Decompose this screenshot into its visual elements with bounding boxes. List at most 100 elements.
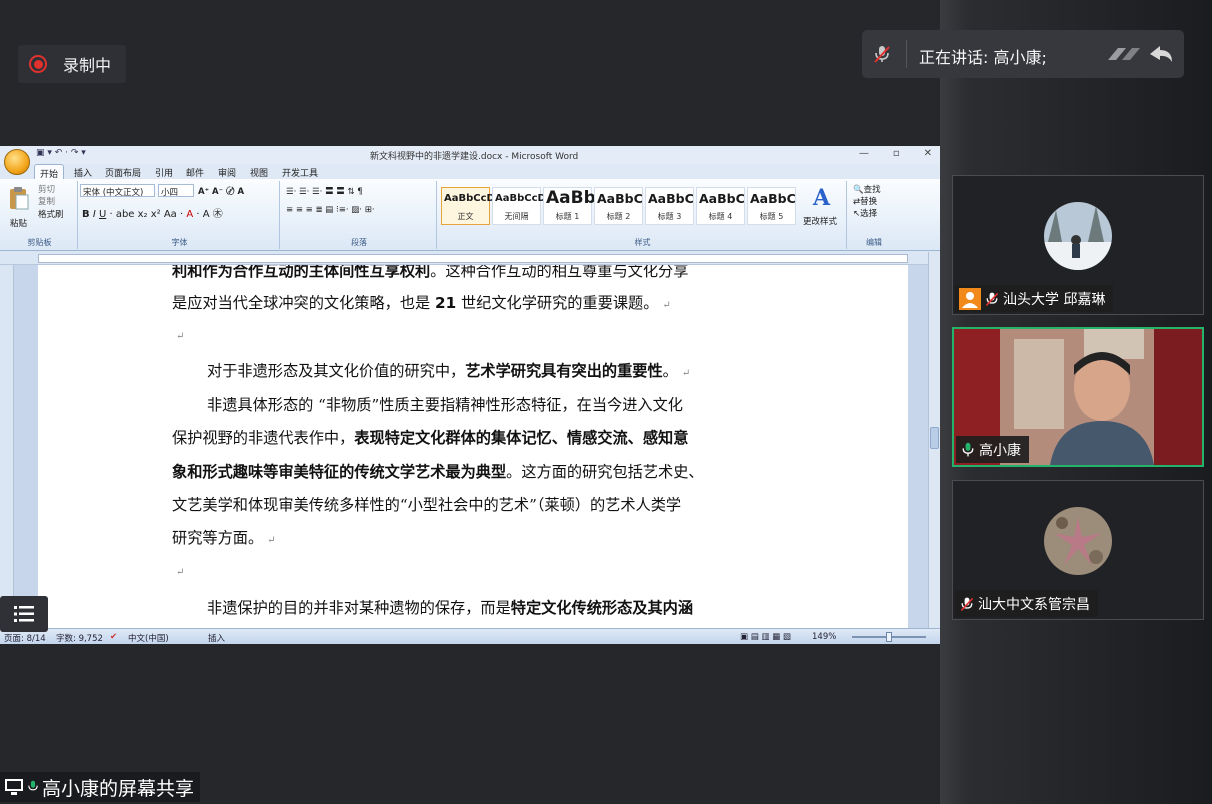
quick-access-toolbar[interactable]: ▣ ▾ ↶ · ↷ ▾ bbox=[36, 148, 86, 158]
office-button[interactable] bbox=[4, 149, 30, 175]
tab-references[interactable]: 引用 bbox=[155, 166, 173, 179]
paste-icon[interactable] bbox=[8, 185, 30, 211]
alignment-buttons[interactable]: ≡ ≡ ≡ ≣ ▤ ⁝≡· ▨· ⊞· bbox=[286, 205, 375, 215]
zoom-slider-handle[interactable] bbox=[886, 632, 892, 642]
change-styles-button[interactable]: A 更改样式 bbox=[803, 185, 843, 233]
tab-insert[interactable]: 插入 bbox=[74, 166, 92, 179]
style-preview: AaBbCcD bbox=[495, 193, 546, 204]
list-buttons[interactable]: ☰· ☰· ☰· 〓 〓 ⇅ ¶ bbox=[286, 185, 363, 197]
paragraph-group-label: 段落 bbox=[351, 238, 367, 247]
doc-line: 象和形式趣味等审美特征的传统文学艺术最为典型。这方面的研究包括艺术史、 bbox=[172, 463, 704, 481]
participant-name-tag: 汕头大学 邱嘉琳 bbox=[955, 285, 1114, 312]
style-no-spacing[interactable]: AaBbCcD 无间隔 bbox=[492, 187, 546, 225]
format-painter-button[interactable]: 格式刷 bbox=[38, 208, 64, 220]
mic-active-icon bbox=[28, 780, 38, 791]
horizontal-ruler[interactable] bbox=[0, 252, 940, 265]
style-preview: AaBbC bbox=[648, 191, 694, 206]
screen-share-icon bbox=[5, 779, 23, 795]
language-indicator[interactable]: 中文(中国) bbox=[128, 632, 169, 644]
replace-button[interactable]: ⇄替换 bbox=[853, 195, 877, 207]
style-name: 标题 4 bbox=[708, 212, 733, 221]
participant-tile-guan[interactable]: 汕大中文系管宗昌 bbox=[952, 480, 1204, 620]
share-label-text: 高小康的屏幕共享 bbox=[42, 777, 195, 800]
select-label: 选择 bbox=[860, 209, 878, 219]
person-icon bbox=[959, 287, 981, 310]
screen-share-label: 高小康的屏幕共享 bbox=[0, 772, 201, 802]
style-name: 标题 3 bbox=[657, 212, 682, 221]
word-count[interactable]: 字数: 9,752 bbox=[56, 632, 103, 644]
vertical-ruler[interactable] bbox=[0, 265, 14, 628]
font-group: 宋体 (中文正文) 小四 A⁺ A⁻ 〄 A B I U · abe x₂ x²… bbox=[80, 181, 280, 249]
scroll-thumb[interactable] bbox=[930, 427, 939, 449]
word-window: ▣ ▾ ↶ · ↷ ▾ 新文科视野中的非遗学建设.docx - Microsof… bbox=[0, 146, 940, 644]
doc-line: 研究等方面。 ↵ bbox=[172, 529, 276, 547]
maximize-icon[interactable]: ▫ bbox=[893, 148, 900, 159]
style-preview: AaBbC bbox=[699, 191, 745, 206]
tab-developer[interactable]: 开发工具 bbox=[282, 166, 318, 179]
copy-button[interactable]: 复制 bbox=[38, 195, 55, 207]
style-heading-4[interactable]: AaBbC 标题 4 bbox=[696, 187, 745, 225]
replace-label: 替换 bbox=[860, 197, 878, 207]
paste-label[interactable]: 粘贴 bbox=[10, 217, 27, 229]
tab-page-layout[interactable]: 页面布局 bbox=[105, 166, 141, 179]
recording-label: 录制中 bbox=[63, 56, 112, 75]
minimize-icon[interactable]: — bbox=[859, 148, 869, 159]
word-title: 新文科视野中的非遗学建设.docx - Microsoft Word bbox=[370, 152, 579, 162]
zoom-level[interactable]: 149% bbox=[812, 632, 836, 642]
word-titlebar: ▣ ▾ ↶ · ↷ ▾ 新文科视野中的非遗学建设.docx - Microsof… bbox=[0, 146, 940, 164]
speaker-bar: 正在讲话: 高小康; bbox=[862, 30, 1184, 78]
tab-view[interactable]: 视图 bbox=[250, 166, 268, 179]
annotation-tools-icon[interactable] bbox=[1104, 40, 1176, 68]
vertical-scrollbar[interactable] bbox=[928, 252, 940, 628]
mic-active-icon bbox=[962, 442, 974, 456]
participant-list-button[interactable] bbox=[0, 596, 48, 632]
style-heading-2[interactable]: AaBbC 标题 2 bbox=[594, 187, 643, 225]
participant-name: 高小康 bbox=[979, 442, 1021, 459]
participant-tile-qiu[interactable]: 汕头大学 邱嘉琳 bbox=[952, 175, 1204, 315]
font-size-value: 小四 bbox=[161, 188, 179, 198]
editing-group-label: 编辑 bbox=[866, 238, 882, 247]
close-icon[interactable]: ✕ bbox=[924, 148, 932, 159]
avatar bbox=[1044, 507, 1112, 575]
change-styles-icon: A bbox=[813, 185, 831, 211]
font-grow-shrink-buttons[interactable]: A⁺ A⁻ 〄 A bbox=[198, 185, 244, 197]
font-size-select[interactable]: 小四 bbox=[158, 184, 194, 198]
doc-line: 对于非遗形态及其文化价值的研究中，艺术学研究具有突出的重要性。 ↵ bbox=[207, 362, 691, 380]
style-heading-5[interactable]: AaBbC 标题 5 bbox=[747, 187, 796, 225]
ribbon: 粘贴 剪切 复制 格式刷 剪贴板 宋体 (中文正文) 小四 A⁺ A⁻ 〄 A … bbox=[0, 179, 940, 251]
participant-name-tag: 汕大中文系管宗昌 bbox=[955, 590, 1098, 617]
record-icon bbox=[29, 55, 47, 73]
style-heading-3[interactable]: AaBbC 标题 3 bbox=[645, 187, 694, 225]
find-button[interactable]: 🔍查找 bbox=[853, 183, 881, 195]
insert-mode[interactable]: 插入 bbox=[208, 632, 225, 644]
cut-button[interactable]: 剪切 bbox=[38, 183, 55, 195]
paragraph-group: ☰· ☰· ☰· 〓 〓 ⇅ ¶ ≡ ≡ ≡ ≣ ▤ ⁝≡· ▨· ⊞· 段落 bbox=[282, 181, 437, 249]
recording-indicator[interactable]: 录制中 bbox=[18, 45, 126, 83]
proofing-icon[interactable]: ✔ bbox=[110, 632, 117, 642]
page-indicator[interactable]: 页面: 8/14 bbox=[4, 632, 46, 644]
participant-tile-gao[interactable]: 高小康 bbox=[952, 327, 1204, 467]
doc-line: 保护视野的非遗代表作中，表现特定文化群体的集体记忆、情感交流、感知意 bbox=[172, 429, 689, 447]
select-button[interactable]: ↖选择 bbox=[853, 207, 877, 219]
editing-group: 🔍查找 ⇄替换 ↖选择 编辑 bbox=[849, 181, 899, 249]
clipboard-group-label: 剪贴板 bbox=[27, 238, 52, 247]
mic-muted-icon bbox=[960, 597, 974, 611]
style-heading-1[interactable]: AaBb 标题 1 bbox=[543, 187, 596, 225]
tab-mailings[interactable]: 邮件 bbox=[186, 166, 204, 179]
style-normal[interactable]: AaBbCcD 正文 bbox=[441, 187, 495, 225]
font-group-label: 字体 bbox=[171, 238, 188, 247]
document-area: 利和作为合作互动的主体间性互享权利。这种合作互动的相互尊重与文化分享 是应对当代… bbox=[0, 265, 928, 628]
style-name: 标题 2 bbox=[606, 212, 631, 221]
tab-review[interactable]: 审阅 bbox=[218, 166, 236, 179]
doc-line: 是应对当代全球冲突的文化策略，也是 21 世纪文化学研究的重要课题。 ↵ bbox=[172, 294, 671, 312]
participant-name-tag: 高小康 bbox=[956, 436, 1029, 463]
view-buttons[interactable]: ▣ ▤ ▥ ▦ ▧ bbox=[740, 632, 791, 642]
font-name-select[interactable]: 宋体 (中文正文) bbox=[80, 184, 155, 198]
mic-muted-icon[interactable] bbox=[872, 44, 892, 64]
font-format-buttons[interactable]: B I U · abe x₂ x² Aa · A · A ㊍ bbox=[82, 205, 223, 220]
styles-group-label: 样式 bbox=[634, 238, 651, 247]
tab-home[interactable]: 开始 bbox=[34, 164, 65, 180]
document-page[interactable]: 利和作为合作互动的主体间性互享权利。这种合作互动的相互尊重与文化分享 是应对当代… bbox=[38, 265, 908, 628]
window-controls: — ▫ ✕ bbox=[859, 148, 932, 159]
style-name: 标题 1 bbox=[555, 212, 580, 221]
